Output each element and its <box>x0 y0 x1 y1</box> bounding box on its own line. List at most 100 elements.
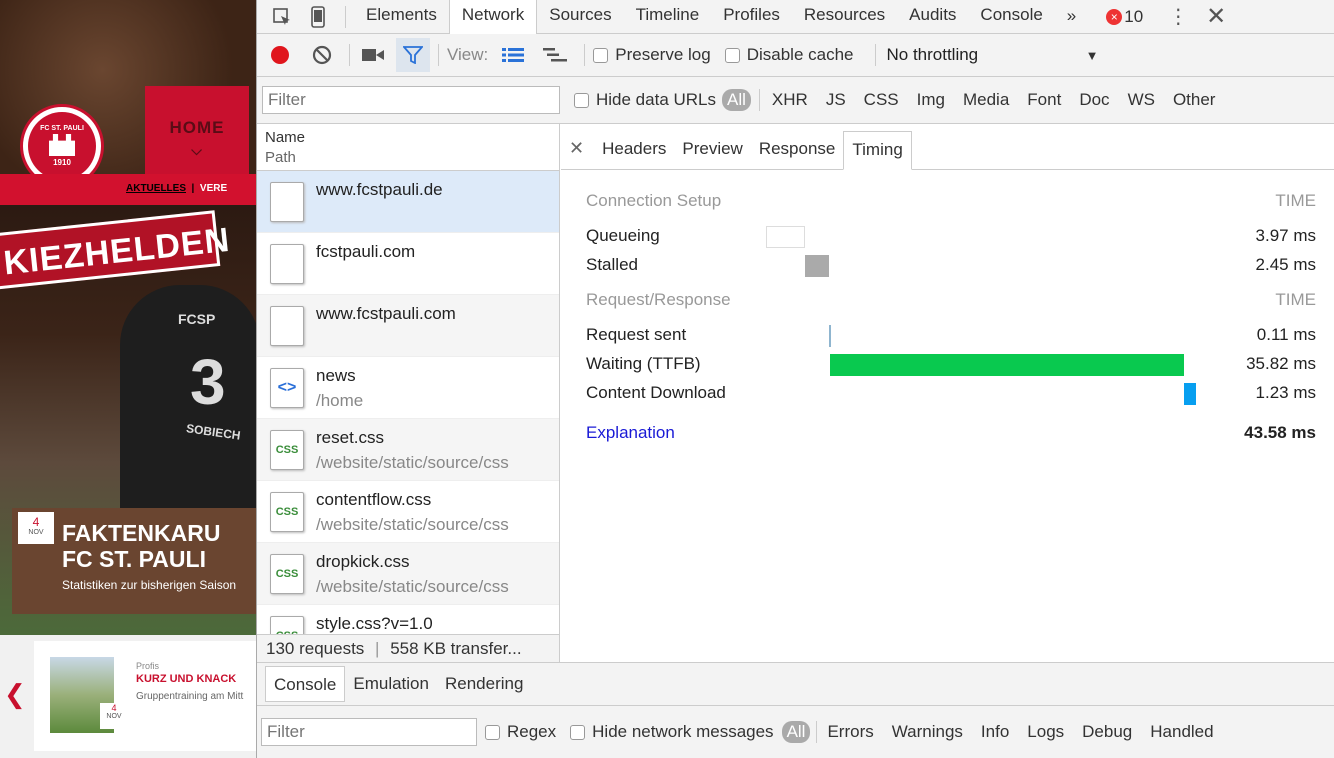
filter-all-pill[interactable]: All <box>722 89 751 111</box>
console-level-debug[interactable]: Debug <box>1082 722 1132 742</box>
chevron-left-icon[interactable]: ❮ <box>4 679 26 710</box>
video-camera-icon[interactable] <box>358 40 388 70</box>
home-button[interactable]: HOME ⌵ <box>145 86 249 174</box>
timing-bar <box>830 354 1184 376</box>
kebab-menu-icon[interactable]: ⋮ <box>1163 2 1193 32</box>
throttling-select[interactable]: No throttling ▼ <box>886 45 1098 65</box>
filter-type-js[interactable]: JS <box>826 90 846 110</box>
drawer-tabbar: Console Emulation Rendering <box>257 662 1334 706</box>
tab-profiles[interactable]: Profiles <box>711 0 792 33</box>
filter-input[interactable] <box>262 86 560 114</box>
console-level-logs[interactable]: Logs <box>1027 722 1064 742</box>
request-name: fcstpauli.com <box>316 242 416 261</box>
console-level-warnings[interactable]: Warnings <box>892 722 963 742</box>
record-icon[interactable] <box>265 40 295 70</box>
timing-bar <box>766 226 806 248</box>
column-header-name: Name <box>265 129 306 146</box>
console-level-handled[interactable]: Handled <box>1150 722 1213 742</box>
tab-network[interactable]: Network <box>448 0 538 34</box>
waterfall-view-icon[interactable] <box>540 40 570 70</box>
nav-link-aktuelles[interactable]: AKTUELLES <box>126 183 186 194</box>
detail-tab-preview[interactable]: Preview <box>674 139 750 169</box>
tab-console[interactable]: Console <box>968 0 1054 33</box>
tab-sources[interactable]: Sources <box>537 0 623 33</box>
filter-type-doc[interactable]: Doc <box>1079 90 1109 110</box>
request-row[interactable]: CSS contentflow.css/website/static/source… <box>257 481 559 543</box>
list-view-icon[interactable] <box>498 40 528 70</box>
detail-tab-response[interactable]: Response <box>751 139 844 169</box>
drawer-tab-console[interactable]: Console <box>265 666 346 702</box>
nav-link-verein[interactable]: VERE <box>200 183 227 194</box>
filterbar-separator <box>758 89 760 111</box>
timing-row-stalled: Stalled 2.45 ms <box>586 252 1316 278</box>
filter-type-other[interactable]: Other <box>1173 90 1216 110</box>
timing-value: 3.97 ms <box>1255 226 1316 245</box>
filter-type-font[interactable]: Font <box>1027 90 1061 110</box>
request-row[interactable]: <> news/home <box>257 357 559 419</box>
detail-tab-timing[interactable]: Timing <box>843 131 912 170</box>
tab-resources[interactable]: Resources <box>792 0 897 33</box>
chevron-down-icon: ⌵ <box>191 142 203 158</box>
filter-type-xhr[interactable]: XHR <box>772 90 808 110</box>
more-tabs-button[interactable]: » <box>1055 0 1088 34</box>
timing-label: Stalled <box>586 255 638 274</box>
filter-type-ws[interactable]: WS <box>1128 90 1155 110</box>
request-name: www.fcstpauli.com <box>316 304 456 323</box>
checkbox-box[interactable] <box>593 47 609 63</box>
timing-row-content-download: Content Download 1.23 ms <box>586 380 1316 406</box>
console-level-info[interactable]: Info <box>981 722 1009 742</box>
disable-cache-checkbox[interactable]: Disable cache <box>724 45 853 65</box>
clear-icon[interactable] <box>307 40 337 70</box>
checkbox-box[interactable] <box>485 724 500 740</box>
checkbox-box[interactable] <box>574 92 589 108</box>
toolbar-separator <box>875 44 877 66</box>
filter-type-media[interactable]: Media <box>963 90 1009 110</box>
checkbox-box[interactable] <box>724 47 740 63</box>
regex-checkbox[interactable]: Regex <box>485 722 556 742</box>
close-icon[interactable]: ✕ <box>1201 2 1231 32</box>
filter-icon[interactable] <box>396 38 430 72</box>
device-mode-icon[interactable] <box>303 2 333 32</box>
timing-value: 2.45 ms <box>1255 255 1316 274</box>
filter-type-img[interactable]: Img <box>917 90 945 110</box>
html-file-icon: <> <box>270 368 304 408</box>
inspect-element-icon[interactable] <box>267 2 297 32</box>
drawer-tab-emulation[interactable]: Emulation <box>345 666 437 702</box>
filter-type-css[interactable]: CSS <box>864 90 899 110</box>
console-all-pill[interactable]: All <box>781 721 811 743</box>
console-filter-input[interactable] <box>261 718 477 746</box>
request-row[interactable]: www.fcstpauli.de <box>257 171 559 233</box>
request-path: /website/static/source/css <box>316 515 509 534</box>
hide-data-urls-checkbox[interactable]: Hide data URLs <box>574 90 716 110</box>
tab-timeline[interactable]: Timeline <box>624 0 712 33</box>
feature-teaser[interactable]: 4 NOV FAKTENKARU FC ST. PAULI Statistike… <box>12 508 256 614</box>
request-name: style.css?v=1.0 <box>316 614 433 633</box>
close-icon[interactable]: ✕ <box>569 138 594 169</box>
detail-tabbar: ✕ Headers Preview Response Timing <box>561 124 1334 170</box>
detail-tab-headers[interactable]: Headers <box>594 139 674 169</box>
logo-text: FC ST. PAULI <box>40 125 84 132</box>
tab-elements[interactable]: Elements <box>354 0 449 33</box>
hide-network-checkbox[interactable]: Hide network messages <box>570 722 774 742</box>
request-list-header[interactable]: Name Path <box>257 124 559 171</box>
nav-separator: | <box>188 183 200 194</box>
devtools-tabbar: Elements Network Sources Timeline Profiles Re… <box>257 0 1334 34</box>
column-header-path: Path <box>265 149 296 166</box>
request-row[interactable]: fcstpauli.com <box>257 233 559 295</box>
request-name: contentflow.css <box>316 490 432 509</box>
explanation-link[interactable]: Explanation <box>586 423 675 443</box>
news-card[interactable]: 4 NOV Profis KURZ UND KNACK Gruppentrain… <box>34 641 256 751</box>
checkbox-box[interactable] <box>570 724 586 740</box>
section-title: Request/Response <box>586 290 731 309</box>
timing-section-header: Request/Response TIME <box>586 287 1316 313</box>
request-name: reset.css <box>316 428 385 447</box>
request-row[interactable]: CSS dropkick.css/website/static/source/cs… <box>257 543 559 605</box>
tab-audits[interactable]: Audits <box>897 0 968 33</box>
request-row[interactable]: CSS reset.css/website/static/source/css <box>257 419 559 481</box>
request-row[interactable]: www.fcstpauli.com <box>257 295 559 357</box>
console-level-errors[interactable]: Errors <box>827 722 873 742</box>
time-column-header: TIME <box>1275 290 1316 309</box>
error-counter[interactable]: × 10 <box>1106 7 1143 27</box>
drawer-tab-rendering[interactable]: Rendering <box>437 666 531 702</box>
preserve-log-checkbox[interactable]: Preserve log <box>593 45 711 65</box>
